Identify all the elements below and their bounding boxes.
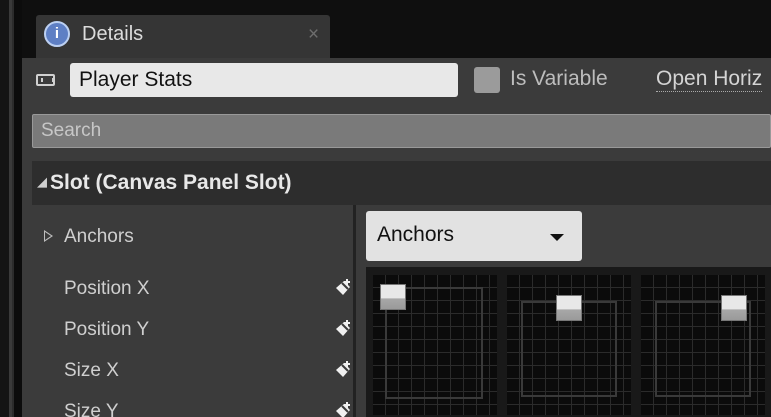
- property-value-column: Anchors: [356, 205, 771, 417]
- section-header-slot[interactable]: ◢ Slot (Canvas Panel Slot): [32, 161, 771, 205]
- open-horizontal-box-link[interactable]: Open Horiz: [656, 67, 763, 92]
- tab-bar: i Details ×: [22, 0, 771, 58]
- collapse-arrow-icon[interactable]: ◢: [37, 174, 47, 190]
- widget-name-input[interactable]: [70, 63, 458, 97]
- anchor-preset-top-center[interactable]: [507, 275, 631, 415]
- property-list: Anchors Position X Position Y Size X Siz…: [32, 205, 353, 417]
- pin-icon[interactable]: [333, 401, 353, 417]
- property-label-position-y: Position Y: [64, 319, 150, 340]
- chevron-down-icon: [550, 234, 564, 241]
- expand-arrow-icon[interactable]: [44, 230, 53, 242]
- anchor-handle-icon: [556, 295, 582, 321]
- anchor-handle-icon: [721, 295, 747, 321]
- property-row-position-x: Position X: [32, 269, 353, 309]
- property-label-size-x: Size X: [64, 360, 119, 381]
- anchor-handle-icon: [380, 284, 406, 310]
- anchors-dropdown-label: Anchors: [377, 223, 455, 246]
- search-input[interactable]: [33, 115, 770, 147]
- pin-icon[interactable]: [333, 319, 353, 339]
- property-row-position-y: Position Y: [32, 310, 353, 350]
- property-label-size-y: Size Y: [64, 401, 119, 417]
- anchor-preset-top-left[interactable]: [373, 275, 497, 415]
- pin-icon[interactable]: [333, 360, 353, 380]
- is-variable-label: Is Variable: [510, 67, 608, 90]
- tab-details[interactable]: i Details ×: [36, 15, 330, 58]
- property-row-anchors[interactable]: Anchors: [32, 217, 353, 257]
- close-icon[interactable]: ×: [308, 24, 319, 46]
- property-row-size-y: Size Y: [32, 392, 353, 417]
- details-info-icon: i: [44, 21, 70, 47]
- left-panel-splitter[interactable]: [9, 0, 12, 417]
- widget-name-row: Is Variable Open Horiz: [22, 58, 771, 102]
- property-label-position-x: Position X: [64, 278, 150, 299]
- anchors-dropdown[interactable]: Anchors: [366, 211, 582, 261]
- left-panel-edge: [0, 0, 14, 417]
- property-row-size-x: Size X: [32, 351, 353, 391]
- details-panel: Is Variable Open Horiz ◢ Slot (Canvas Pa…: [22, 58, 771, 417]
- widget-icon: [36, 74, 55, 86]
- property-label-anchors: Anchors: [64, 226, 134, 247]
- pin-icon[interactable]: [333, 278, 353, 298]
- tab-details-label: Details: [82, 23, 144, 45]
- is-variable-checkbox[interactable]: [474, 67, 500, 93]
- anchor-preset-top-right[interactable]: [641, 275, 765, 415]
- search-box: [32, 114, 771, 148]
- anchor-presets-panel: [366, 267, 771, 417]
- section-title: Slot (Canvas Panel Slot): [50, 171, 292, 194]
